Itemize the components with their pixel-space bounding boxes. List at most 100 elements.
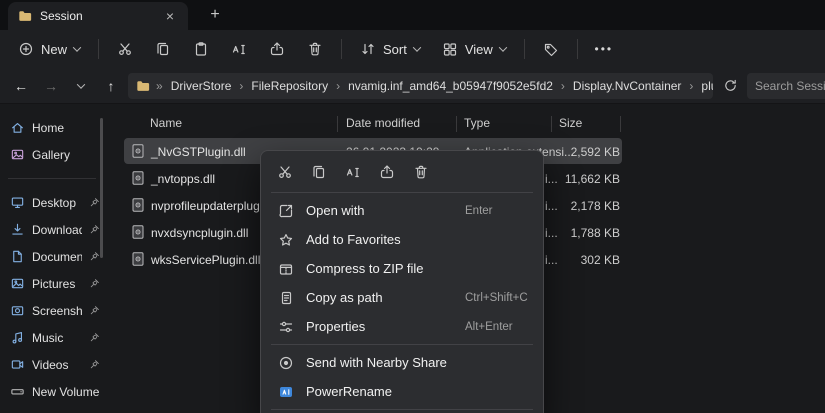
sort-icon — [360, 41, 376, 57]
sidebar-item-gallery[interactable]: Gallery — [0, 141, 104, 168]
downloads-icon — [12, 223, 23, 235]
file-explorer-window: Session × + New Sort View ••• ← → ↑ » Dr… — [0, 0, 825, 413]
sidebar-item-label: Music — [32, 330, 64, 345]
navigation-sidebar: Home Gallery Desktop Downloads Documents… — [0, 104, 104, 413]
chevron-down-icon — [498, 43, 508, 52]
column-divider[interactable] — [337, 116, 338, 132]
rename-icon — [232, 44, 245, 55]
copy-button[interactable] — [145, 34, 181, 64]
drive-icon — [11, 389, 24, 395]
forward-button[interactable]: → — [38, 73, 64, 99]
chevron-down-icon — [76, 79, 86, 89]
new-button[interactable]: New — [8, 36, 90, 62]
paste-icon — [195, 42, 207, 56]
sidebar-item-pictures[interactable]: Pictures — [0, 270, 104, 297]
toolbar-divider — [576, 39, 578, 59]
tab-close-icon[interactable]: × — [160, 6, 180, 26]
pin-icon — [90, 360, 99, 369]
delete-button[interactable] — [297, 34, 333, 64]
rename-button[interactable] — [337, 158, 369, 186]
paste-button[interactable] — [183, 34, 219, 64]
file-name: nvxdsyncplugin.dll — [151, 226, 249, 240]
sidebar-item-downloads[interactable]: Downloads — [0, 216, 104, 243]
cut-button[interactable] — [107, 34, 143, 64]
breadcrumb-segment[interactable]: plugins — [699, 77, 713, 95]
sidebar-item-documents[interactable]: Documents — [0, 243, 104, 270]
sidebar-item-new-volume[interactable]: New Volume (D — [0, 378, 104, 405]
menu-item-label: Compress to ZIP file — [306, 261, 424, 276]
share-button[interactable] — [371, 158, 403, 186]
breadcrumb-segment[interactable]: DriverStore — [169, 77, 234, 95]
sidebar-item-desktop[interactable]: Desktop — [0, 189, 104, 216]
menu-item-compress-to-zip[interactable]: Compress to ZIP file — [265, 254, 539, 283]
view-button[interactable]: View — [432, 36, 516, 62]
sidebar-scrollbar[interactable] — [100, 118, 103, 258]
column-divider[interactable] — [551, 116, 552, 132]
rename-button[interactable] — [221, 34, 257, 64]
share-button[interactable] — [259, 34, 295, 64]
sidebar-item-screenshots[interactable]: Screenshots — [0, 297, 104, 324]
column-divider[interactable] — [456, 116, 457, 132]
breadcrumb-collapsed-icon[interactable]: » — [155, 79, 164, 93]
delete-button[interactable] — [405, 158, 437, 186]
breadcrumb[interactable]: » DriverStore › FileRepository › nvamig.… — [128, 72, 713, 99]
copy-icon — [157, 42, 169, 56]
column-divider[interactable] — [620, 116, 621, 132]
pin-icon — [90, 306, 99, 315]
nearby-share-icon — [277, 354, 294, 371]
star-icon — [277, 231, 294, 248]
menu-item-add-to-favorites[interactable]: Add to Favorites — [265, 225, 539, 254]
column-header-name[interactable]: Name — [150, 116, 182, 130]
sidebar-item-label: Desktop — [32, 195, 77, 210]
column-header-type[interactable]: Type — [464, 116, 490, 130]
copy-path-icon — [277, 289, 294, 306]
breadcrumb-segment[interactable]: Display.NvContainer — [571, 77, 684, 95]
sidebar-item-home[interactable]: Home — [0, 114, 104, 141]
menu-item-open-with[interactable]: Open with Enter — [265, 196, 539, 225]
cut-icon — [279, 166, 291, 179]
refresh-icon — [724, 79, 736, 91]
sidebar-item-label: New Volume (D — [32, 384, 100, 399]
pin-icon — [90, 225, 99, 234]
breadcrumb-segment[interactable]: FileRepository — [249, 77, 330, 95]
menu-item-shortcut: Alt+Enter — [465, 320, 513, 333]
refresh-button[interactable] — [717, 73, 743, 99]
breadcrumb-segment[interactable]: nvamig.inf_amd64_b05947f9052e5fd2 — [346, 77, 555, 95]
toolbar-divider — [341, 39, 343, 59]
menu-item-properties[interactable]: Properties Alt+Enter — [265, 312, 539, 341]
gallery-icon — [11, 149, 24, 160]
dll-file-icon — [130, 170, 146, 186]
sidebar-item-music[interactable]: Music — [0, 324, 104, 351]
menu-item-send-with-nearby-share[interactable]: Send with Nearby Share — [265, 348, 539, 377]
search-input[interactable] — [755, 78, 825, 93]
recent-locations-button[interactable] — [68, 73, 94, 99]
menu-item-shortcut: Ctrl+Shift+C — [465, 291, 528, 304]
share-icon — [270, 42, 284, 56]
filter-button[interactable] — [533, 34, 569, 64]
sort-button[interactable]: Sort — [350, 36, 430, 62]
context-menu: Open with Enter Add to Favorites Compres… — [260, 150, 544, 413]
sidebar-item-videos[interactable]: Videos — [0, 351, 104, 378]
view-icon — [442, 41, 458, 57]
menu-item-copy-as-path[interactable]: Copy as path Ctrl+Shift+C — [265, 283, 539, 312]
new-tab-button[interactable]: + — [204, 6, 226, 24]
copy-button[interactable] — [303, 158, 335, 186]
dll-file-icon — [130, 197, 146, 213]
search-box[interactable] — [747, 72, 825, 99]
tab-session[interactable]: Session × — [8, 2, 188, 30]
share-icon — [380, 165, 394, 179]
trash-icon — [415, 165, 427, 179]
column-header-size[interactable]: Size — [559, 116, 582, 130]
file-name: _NvGSTPlugin.dll — [151, 145, 246, 159]
pin-icon — [90, 279, 99, 288]
column-header-date-modified[interactable]: Date modified — [346, 116, 420, 130]
sidebar-item-label: Downloads — [32, 222, 82, 237]
tab-bar: Session × + — [0, 0, 825, 30]
sidebar-item-label: Gallery — [32, 147, 71, 162]
breadcrumb-separator: › — [336, 78, 341, 93]
up-button[interactable]: ↑ — [98, 73, 124, 99]
cut-button[interactable] — [269, 158, 301, 186]
menu-item-powerrename[interactable]: PowerRename — [265, 377, 539, 406]
more-options-button[interactable]: ••• — [586, 34, 622, 64]
back-button[interactable]: ← — [8, 73, 34, 99]
